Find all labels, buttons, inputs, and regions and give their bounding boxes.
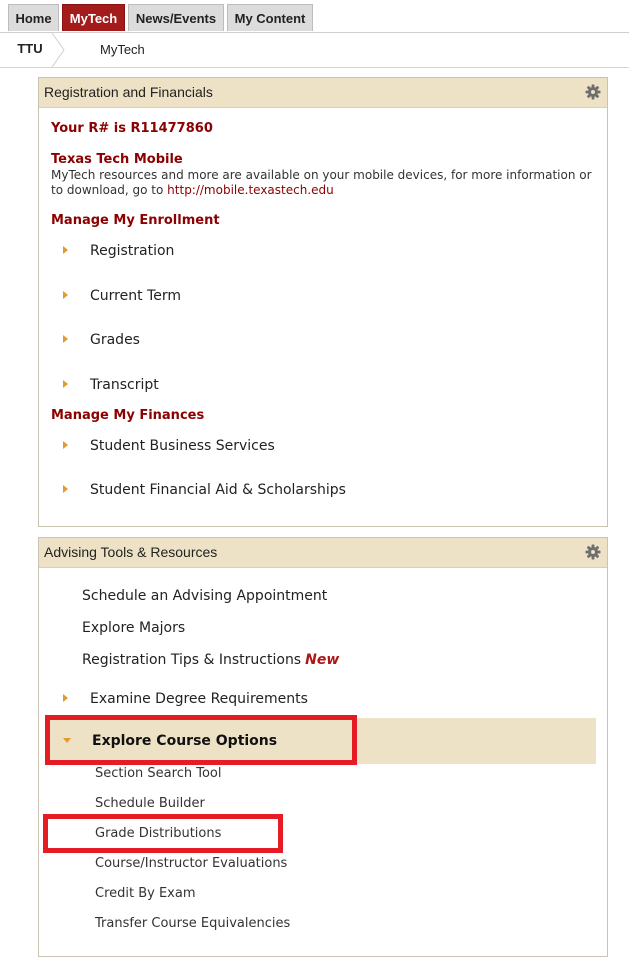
panel-title: Registration and Financials — [44, 84, 213, 100]
examine-degree-requirements[interactable]: Examine Degree Requirements — [63, 689, 308, 709]
registration-financials-panel: Registration and Financials Your R# is R… — [38, 77, 608, 527]
gear-icon[interactable] — [585, 84, 601, 100]
manage-enrollment-heading: Manage My Enrollment — [51, 213, 220, 228]
panel-header: Advising Tools & Resources — [39, 538, 607, 568]
enrollment-item-label: Current Term — [90, 288, 181, 304]
caret-right-icon — [63, 380, 68, 388]
enrollment-item-label: Grades — [90, 332, 140, 348]
caret-right-icon — [63, 246, 68, 254]
enrollment-item-grades[interactable]: Grades — [63, 330, 140, 350]
texas-tech-mobile-heading[interactable]: Texas Tech Mobile — [51, 152, 183, 167]
caret-right-icon — [63, 291, 68, 299]
enrollment-item-transcript[interactable]: Transcript — [63, 375, 159, 395]
finances-item-label: Student Financial Aid & Scholarships — [90, 482, 346, 498]
tab-mytech[interactable]: MyTech — [62, 4, 125, 31]
explore-majors-link[interactable]: Explore Majors — [82, 618, 185, 638]
mobile-link[interactable]: http://mobile.texastech.edu — [167, 183, 334, 197]
finances-item-financial-aid[interactable]: Student Financial Aid & Scholarships — [63, 480, 346, 500]
course-instructor-evaluations-link[interactable]: Course/Instructor Evaluations — [95, 855, 287, 873]
caret-down-icon — [63, 738, 71, 743]
panel-header: Registration and Financials — [39, 78, 607, 108]
caret-right-icon — [63, 485, 68, 493]
transfer-course-equivalencies-link[interactable]: Transfer Course Equivalencies — [95, 915, 290, 933]
breadcrumb-separator-icon — [51, 33, 65, 67]
registration-tips-link[interactable]: Registration Tips & Instructions New — [82, 650, 339, 670]
panel-title: Advising Tools & Resources — [44, 544, 218, 560]
explore-course-options[interactable]: Explore Course Options — [47, 718, 596, 764]
tab-my-content[interactable]: My Content — [227, 4, 313, 31]
tab-news-events[interactable]: News/Events — [128, 4, 224, 31]
enrollment-item-registration[interactable]: Registration — [63, 241, 174, 261]
enrollment-item-label: Transcript — [90, 377, 159, 393]
registration-tips-label: Registration Tips & Instructions — [82, 652, 302, 668]
degree-item-label: Examine Degree Requirements — [90, 691, 308, 707]
tab-home[interactable]: Home — [8, 4, 59, 31]
caret-right-icon — [63, 335, 68, 343]
breadcrumb: TTU MyTech — [0, 33, 629, 68]
gear-icon[interactable] — [585, 544, 601, 560]
advising-tools-panel: Advising Tools & Resources Schedule an A… — [38, 537, 608, 957]
new-badge: New — [305, 652, 340, 668]
explore-course-options-label: Explore Course Options — [63, 718, 277, 764]
manage-finances-heading: Manage My Finances — [51, 408, 205, 423]
caret-right-icon — [63, 441, 68, 449]
grade-distributions-link[interactable]: Grade Distributions — [95, 825, 221, 843]
finances-item-label: Student Business Services — [90, 438, 275, 454]
section-search-tool-link[interactable]: Section Search Tool — [95, 765, 221, 783]
credit-by-exam-link[interactable]: Credit By Exam — [95, 885, 196, 903]
caret-right-icon — [63, 694, 68, 702]
enrollment-item-current-term[interactable]: Current Term — [63, 286, 181, 306]
schedule-builder-link[interactable]: Schedule Builder — [95, 795, 205, 813]
r-number-text: Your R# is R11477860 — [51, 121, 213, 136]
top-tab-bar: Home MyTech News/Events My Content — [0, 0, 629, 33]
enrollment-item-label: Registration — [90, 243, 175, 259]
schedule-advising-link[interactable]: Schedule an Advising Appointment — [82, 586, 327, 606]
mobile-description: MyTech resources and more are available … — [51, 168, 599, 198]
breadcrumb-current: MyTech — [100, 42, 145, 57]
finances-item-business-services[interactable]: Student Business Services — [63, 436, 275, 456]
